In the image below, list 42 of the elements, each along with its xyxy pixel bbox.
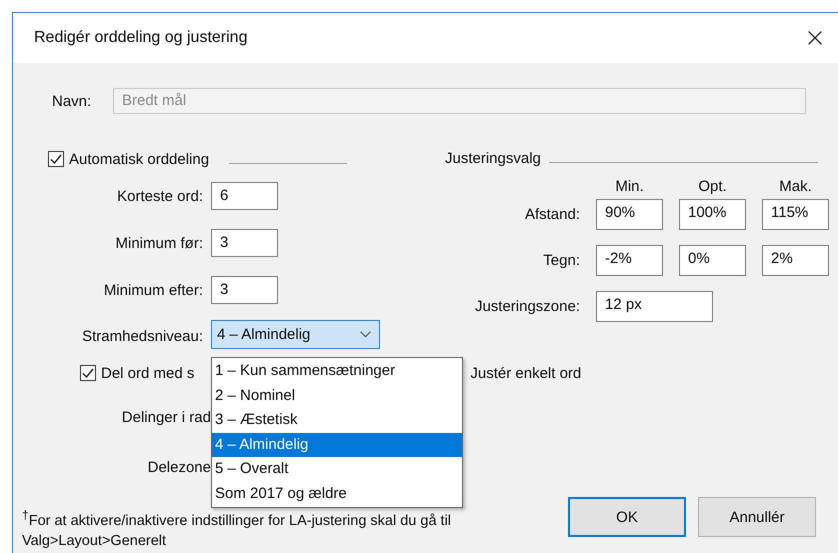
- dropdown-option[interactable]: 3 – Æstetisk: [212, 408, 462, 432]
- input-field[interactable]: -2%: [596, 245, 663, 276]
- checkbox[interactable]: [80, 365, 96, 381]
- input-field[interactable]: 2%: [762, 245, 829, 276]
- dialog-button[interactable]: OK: [568, 497, 686, 537]
- window-title: Redigér orddeling og justering: [34, 29, 248, 47]
- checkbox[interactable]: [48, 151, 64, 167]
- dialog-button[interactable]: Annullér: [698, 497, 816, 537]
- field-label: Minimum efter:: [104, 282, 203, 298]
- column-header: Min.: [614, 178, 645, 195]
- input-field[interactable]: 6: [211, 182, 278, 210]
- strictness-dropdown[interactable]: 4 – Almindelig: [211, 320, 380, 349]
- field-label: Justeringszone:: [474, 298, 580, 315]
- field-label: Minimum før:: [116, 234, 203, 252]
- field-label: Stramhedsniveau:: [82, 328, 203, 344]
- input-field[interactable]: 115%: [762, 199, 829, 230]
- dropdown-option[interactable]: Som 2017 og ældre: [212, 482, 462, 506]
- dropdown-option[interactable]: 5 – Overalt: [212, 457, 462, 482]
- checkbox-label: Del ord med s: [101, 364, 194, 382]
- input-field[interactable]: 12 px: [596, 291, 713, 322]
- close-button[interactable]: ×: [792, 18, 838, 58]
- footnote-text: $^{†}$For at aktivere/inaktivere indstillinger for LA-justering skal du gå til Valg>Layout>Generelt: [22, 507, 452, 551]
- checkbox-label: Automatisk orddeling: [69, 150, 210, 168]
- field-label: Afstand:: [524, 206, 580, 223]
- column-header: Mak.: [778, 178, 813, 195]
- caret-icon: [360, 331, 371, 338]
- dropdown-option[interactable]: 1 – Kun sammensætninger: [212, 359, 462, 384]
- field-label: Delinger i rad: [122, 409, 211, 426]
- field-label: Delezone: [148, 459, 211, 476]
- name-label: Navn:: [52, 92, 92, 110]
- input-field[interactable]: 90%: [596, 199, 663, 230]
- checkbox-label: Justér enkelt ord: [470, 364, 582, 382]
- field-label: Korteste ord:: [117, 188, 203, 204]
- input-field[interactable]: 100%: [679, 199, 746, 230]
- dropdown-option[interactable]: 4 – Almindelig: [212, 432, 462, 457]
- input-field[interactable]: 3: [211, 276, 278, 304]
- group-title: Justeringsvalg: [445, 150, 541, 166]
- input-field[interactable]: 3: [211, 229, 278, 257]
- input-field[interactable]: 0%: [679, 245, 746, 276]
- column-header: Opt.: [697, 178, 728, 195]
- dropdown-option[interactable]: 2 – Nominel: [212, 384, 462, 408]
- field-label: Tegn:: [543, 252, 580, 269]
